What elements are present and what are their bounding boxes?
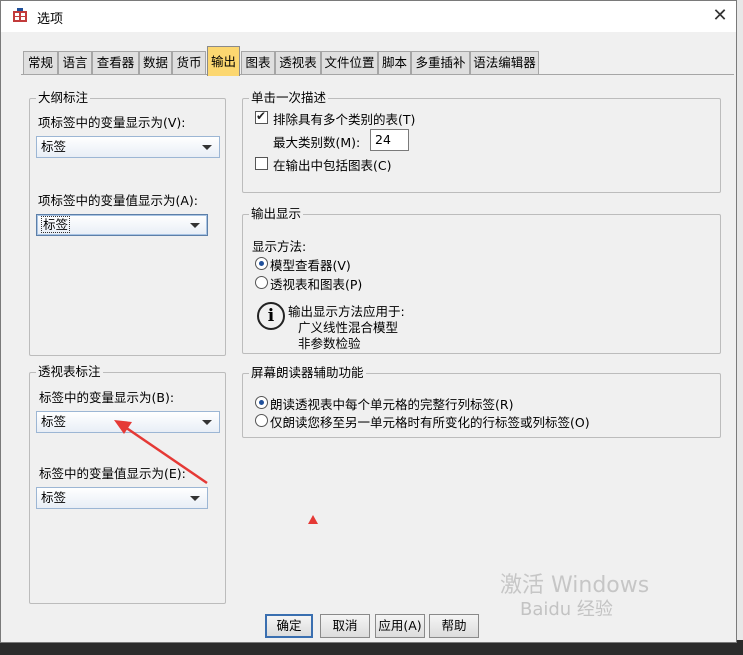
baidu-watermark: Baidu 经验 xyxy=(520,599,613,620)
tab-output[interactable]: 输出 xyxy=(207,46,240,76)
annotation-arrow xyxy=(114,420,318,524)
